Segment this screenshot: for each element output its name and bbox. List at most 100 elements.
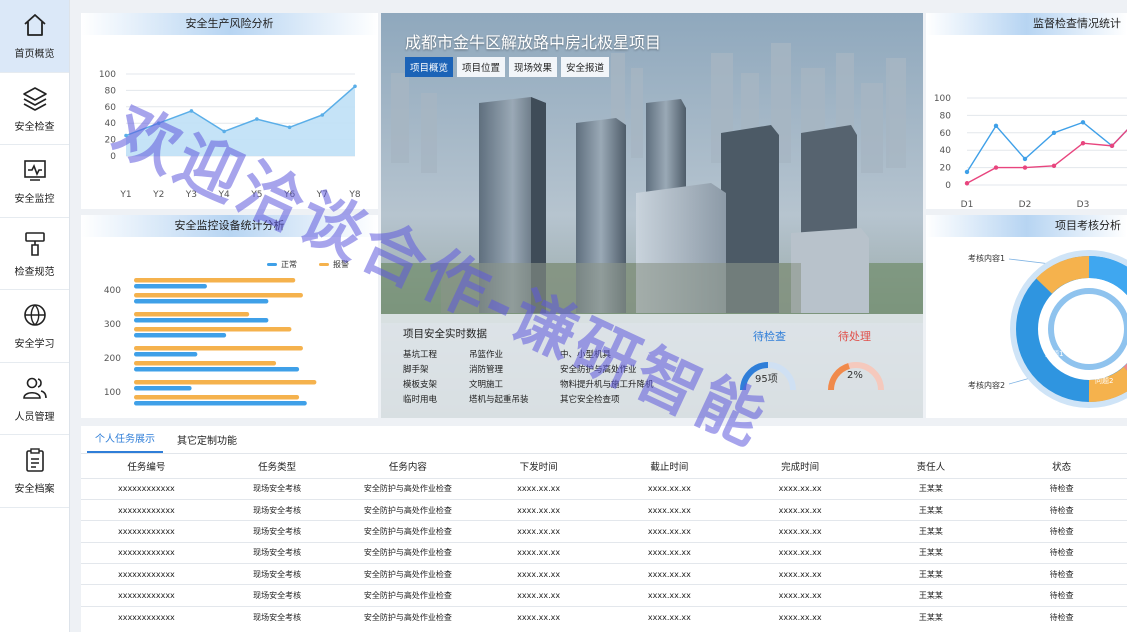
layers-icon (22, 86, 47, 111)
table-cell: 安全防护与高处作业检查 (342, 477, 474, 500)
realtime-item: 模板支架 (403, 380, 438, 390)
y-tick-label: 100 (104, 388, 121, 398)
table-cell: xxxx.xx.xx (734, 584, 866, 607)
x-tick-label: Y6 (283, 190, 295, 200)
task-panel: 个人任务展示 其它定制功能 任务编号 任务类型 任务内容 下发时间 截止时间 完成时间 责任… (81, 426, 1127, 632)
data-point (993, 165, 999, 170)
x-tick-label: Y1 (119, 190, 131, 200)
table-header-row: 任务编号 任务类型 任务内容 下发时间 截止时间 完成时间 责任人 状态 (81, 454, 1127, 478)
table-cell: xxxxxxxxxxxx (81, 584, 212, 607)
series-line (966, 129, 1127, 184)
sidebar-item-label: 人员管理 (14, 411, 55, 423)
data-point (1080, 141, 1086, 146)
data-point (222, 129, 226, 134)
pending-handle-label: 待处理 (838, 330, 871, 343)
realtime-item: 中、小型机具 (560, 350, 612, 360)
sidebar-item-inspection-spec[interactable]: 检查规范 (0, 218, 69, 290)
table-cell: 待检查 (996, 477, 1127, 500)
y-tick-label: 60 (940, 129, 952, 139)
x-tick-label: D2 (1019, 200, 1032, 209)
sidebar-item-home[interactable]: 首页概览 (0, 0, 69, 73)
table-row[interactable]: xxxxxxxxxxxx 现场安全考核 安全防护与高处作业检查 xxxx.xx.xx x… (81, 541, 1127, 564)
table-cell: 王某某 (865, 563, 997, 585)
table-cell: 现场安全考核 (211, 498, 343, 521)
tab-personal-tasks[interactable]: 个人任务展示 (87, 430, 163, 453)
table-cell: xxxx.xx.xx (604, 605, 735, 628)
table-cell: 现场安全考核 (211, 541, 343, 564)
table-cell: 王某某 (865, 520, 997, 543)
sidebar-item-safety-check[interactable]: 安全检查 (0, 73, 69, 145)
table-cell: 现场安全考核 (211, 520, 343, 543)
sidebar-item-safety-archive[interactable]: 安全档案 (0, 435, 69, 508)
tab-safety-report[interactable]: 安全报道 (561, 57, 610, 77)
table-cell: 安全防护与高处作业检查 (342, 520, 474, 543)
data-point (964, 181, 970, 186)
table-row[interactable]: xxxxxxxxxxxx 现场安全考核 安全防护与高处作业检查 xxxx.xx.xx x… (81, 584, 1127, 607)
roller-icon (24, 231, 45, 256)
sidebar-item-safety-monitor[interactable]: 安全监控 (0, 145, 69, 218)
data-point (320, 113, 325, 117)
tab-custom-functions[interactable]: 其它定制功能 (169, 432, 245, 453)
panel-title: 监督检查情况统计 (926, 13, 1127, 35)
table-cell: 安全防护与高处作业检查 (342, 584, 474, 607)
segment-label-1: 问题1 (1045, 350, 1063, 358)
tab-project-overview[interactable]: 项目概览 (405, 57, 454, 77)
table-row[interactable]: xxxxxxxxxxxx 现场安全考核 安全防护与高处作业检查 xxxx.xx.xx x… (81, 498, 1127, 521)
data-point (993, 123, 999, 129)
x-tick-label: Y7 (316, 190, 328, 200)
table-cell: xxxx.xx.xx (734, 498, 866, 521)
tab-site-effect[interactable]: 现场效果 (509, 57, 558, 77)
pending-check-label: 待检查 (753, 330, 786, 343)
bar (134, 284, 207, 289)
bar (134, 333, 227, 338)
table-cell: 现场安全考核 (211, 584, 343, 607)
sidebar-item-safety-learning[interactable]: 安全学习 (0, 290, 69, 363)
column-header: 责任人 (916, 461, 946, 473)
table-row[interactable]: xxxxxxxxxxxx 现场安全考核 安全防护与高处作业检查 xxxx.xx.xx x… (81, 563, 1127, 585)
y-tick-label: 200 (104, 354, 121, 364)
realtime-safety-data: 项目安全实时数据 基坑工程 吊篮作业 中、小型机具 脚手架 消防管理 安全防护与… (381, 314, 923, 418)
table-cell: xxxx.xx.xx (734, 541, 866, 564)
realtime-item: 物料提升机与施工升降机 (560, 380, 654, 390)
data-point (1109, 143, 1115, 149)
column-header: 任务内容 (388, 461, 427, 473)
pending-check-value: 95项 (755, 374, 778, 385)
table-cell: 待检查 (996, 584, 1127, 607)
area-fill (126, 86, 355, 156)
sidebar-item-personnel[interactable]: 人员管理 (0, 363, 69, 435)
table-row[interactable]: xxxxxxxxxxxx 现场安全考核 安全防护与高处作业检查 xxxx.xx.xx x… (81, 605, 1127, 628)
table-cell: xxxx.xx.xx (473, 584, 604, 607)
project-assessment-panel: 项目考核分析 问题3 问题4 问题1 问题2 考核内容1 考核内容2 (926, 215, 1127, 418)
segment-label-4: 问题4 (1098, 317, 1117, 325)
table-row[interactable]: xxxxxxxxxxxx 现场安全考核 安全防护与高处作业检查 xxxx.xx.xx x… (81, 477, 1127, 500)
realtime-item: 文明施工 (469, 380, 504, 390)
table-row[interactable]: xxxxxxxxxxxx 现场安全考核 安全防护与高处作业检查 xxxx.xx.xx x… (81, 520, 1127, 543)
table-cell: xxxxxxxxxxxx (81, 605, 212, 628)
table-cell: xxxx.xx.xx (734, 477, 866, 500)
bar (134, 380, 317, 385)
data-point (156, 121, 161, 125)
data-point (353, 84, 357, 89)
data-point (287, 125, 292, 130)
segment-label-3: 问题3 (1070, 308, 1088, 316)
realtime-item: 塔机与起重吊装 (469, 395, 529, 405)
table-cell: xxxxxxxxxxxx (81, 541, 212, 564)
panel-title: 项目考核分析 (926, 215, 1127, 237)
segment-label-2: 问题2 (1095, 377, 1113, 385)
x-tick-label: Y3 (185, 190, 197, 200)
project-title: 成都市金牛区解放路中房北极星项目 (405, 33, 662, 52)
bar (134, 395, 300, 400)
tab-project-location[interactable]: 项目位置 (457, 57, 506, 77)
table-cell: xxxxxxxxxxxx (81, 477, 212, 500)
table-cell: 王某某 (865, 498, 997, 521)
table-cell: 待检查 (996, 541, 1127, 564)
table-cell: xxxx.xx.xx (604, 520, 735, 543)
table-cell: 安全防护与高处作业检查 (342, 605, 474, 628)
table-cell: 待检查 (996, 605, 1127, 628)
supervision-statistics-panel: 监督检查情况统计 020406080100D1D2D3D4 (926, 13, 1127, 209)
x-tick-label: Y8 (348, 190, 360, 200)
table-cell: 安全防护与高处作业检查 (342, 563, 474, 585)
table-cell: 王某某 (865, 584, 997, 607)
bar (134, 327, 292, 332)
table-cell: 王某某 (865, 605, 997, 628)
